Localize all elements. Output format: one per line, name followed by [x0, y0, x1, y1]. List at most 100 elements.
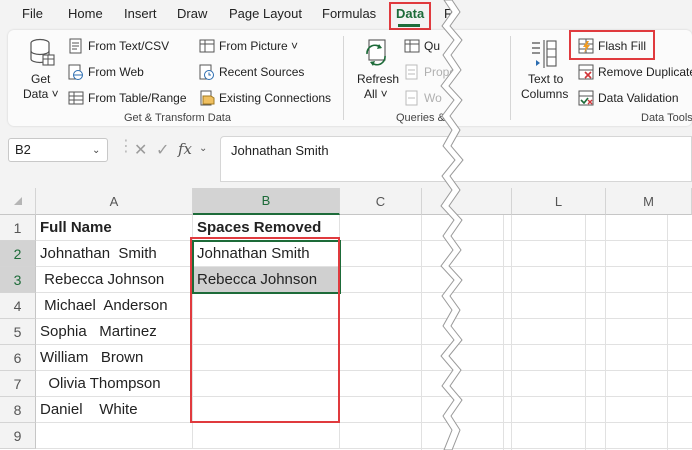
cell-a6[interactable]: William Brown [36, 345, 193, 371]
row-header-2[interactable]: 2 [0, 241, 36, 267]
text-file-icon [68, 38, 84, 54]
data-validation-button[interactable]: Data Validation [578, 90, 679, 106]
from-picture-button[interactable]: From Picture ˅ [199, 38, 298, 54]
select-all-corner[interactable] [0, 188, 36, 215]
column-header-l[interactable]: L [512, 188, 606, 215]
workbook-links-label: Wo [424, 91, 442, 105]
formula-bar: B2 ⌄ ⋮ ✕ ✓ fx ⌄ Johnathan Smith [0, 130, 692, 182]
recent-sources-button[interactable]: Recent Sources [199, 64, 304, 80]
formula-input[interactable]: Johnathan Smith [220, 136, 692, 182]
get-data-label-1: Get [31, 72, 51, 86]
flash-fill-button[interactable]: Flash Fill [578, 38, 646, 54]
menu-bar: File Home Insert Draw Page Layout Formul… [0, 0, 692, 30]
tab-formulas[interactable]: Formulas [322, 6, 376, 21]
remove-duplicates-icon [578, 64, 594, 80]
tab-data[interactable]: Data [396, 6, 424, 21]
fx-dropdown-icon[interactable]: ⌄ [199, 143, 207, 154]
enter-icon[interactable]: ✓ [156, 140, 169, 160]
table-icon [68, 90, 84, 106]
cell-a2[interactable]: Johnathan Smith [36, 241, 193, 267]
from-text-csv-label: From Text/CSV [88, 39, 170, 53]
row-header-7[interactable]: 7 [0, 371, 36, 397]
cell-b9[interactable] [193, 423, 340, 449]
remove-duplicates-label: Remove Duplicate [598, 65, 692, 79]
existing-connections-label: Existing Connections [219, 91, 332, 105]
cell-a5[interactable]: Sophia Martinez [36, 319, 193, 345]
properties-button[interactable]: Prope [404, 64, 456, 80]
cancel-icon[interactable]: ✕ [134, 140, 147, 160]
picture-icon [199, 38, 215, 54]
cell-b4[interactable] [193, 293, 340, 319]
text-to-columns-label-1: Text to [528, 72, 564, 86]
globe-icon [68, 64, 84, 80]
cell-b7[interactable] [193, 371, 340, 397]
empty-cells-area[interactable] [340, 215, 692, 450]
name-box-dropdown-icon[interactable]: ⌄ [92, 145, 100, 156]
ribbon-separator-2 [510, 36, 511, 120]
insert-function-icon[interactable]: fx [178, 140, 192, 158]
cell-b8[interactable] [193, 397, 340, 423]
cell-b6[interactable] [193, 345, 340, 371]
from-table-range-button[interactable]: From Table/Range [68, 90, 187, 106]
cell-a9[interactable] [36, 423, 193, 449]
group-label-get-transform: Get & Transform Data [124, 112, 231, 124]
tab-file[interactable]: File [22, 6, 43, 21]
row-header-6[interactable]: 6 [0, 345, 36, 371]
refresh-icon [363, 38, 391, 73]
remove-duplicates-button[interactable]: Remove Duplicate [578, 64, 692, 80]
refresh-all-label-2: All ˅ [364, 87, 388, 101]
recent-sources-label: Recent Sources [219, 65, 305, 79]
cell-a8[interactable]: Daniel White [36, 397, 193, 423]
row-header-1[interactable]: 1 [0, 215, 36, 241]
tab-home[interactable]: Home [68, 6, 103, 21]
from-picture-label: From Picture ˅ [219, 39, 299, 53]
column-divider [605, 215, 606, 450]
from-text-csv-button[interactable]: From Text/CSV [68, 38, 169, 54]
refresh-all-label-1: Refresh [357, 72, 400, 86]
ribbon-separator [343, 36, 344, 120]
flash-fill-label: Flash Fill [598, 39, 647, 53]
clock-icon [199, 64, 215, 80]
tab-review-partial[interactable]: R [444, 6, 453, 21]
column-divider [511, 215, 512, 450]
cell-b1[interactable]: Spaces Removed [193, 215, 340, 241]
cell-a4[interactable]: Michael Anderson [36, 293, 193, 319]
cell-b2[interactable]: Johnathan Smith [193, 241, 340, 267]
cell-b3[interactable]: Rebecca Johnson [193, 267, 340, 293]
group-label-queries: Queries & [396, 112, 445, 124]
workbook-links-icon [404, 90, 420, 106]
from-table-range-label: From Table/Range [88, 91, 187, 105]
data-validation-icon [578, 90, 594, 106]
from-web-button[interactable]: From Web [68, 64, 144, 80]
column-header-blank[interactable] [422, 188, 512, 215]
properties-label: Prope [424, 65, 457, 79]
tab-insert[interactable]: Insert [124, 6, 157, 21]
row-header-9[interactable]: 9 [0, 423, 36, 449]
cell-a7[interactable]: Olivia Thompson [36, 371, 193, 397]
cell-a1[interactable]: Full Name [36, 215, 193, 241]
database-icon [29, 38, 55, 73]
column-header-b[interactable]: B [193, 188, 340, 215]
row-header-5[interactable]: 5 [0, 319, 36, 345]
worksheet-grid: A B C L M 1 2 3 4 5 6 7 8 9 Full Name Jo… [0, 188, 692, 450]
column-header-m[interactable]: M [606, 188, 692, 215]
group-label-data-tools: Data Tools [641, 112, 692, 124]
column-header-a[interactable]: A [36, 188, 193, 215]
queries-connections-button[interactable]: Qu [404, 38, 440, 54]
workbook-links-button[interactable]: Wo [404, 90, 442, 106]
tab-draw[interactable]: Draw [177, 6, 207, 21]
cell-b5[interactable] [193, 319, 340, 345]
row-header-3[interactable]: 3 [0, 267, 36, 293]
queries-connections-label: Qu [424, 39, 441, 53]
column-header-c[interactable]: C [340, 188, 422, 215]
existing-connections-button[interactable]: Existing Connections [199, 90, 331, 106]
data-validation-label: Data Validation [598, 91, 679, 105]
text-to-columns-icon [530, 40, 558, 73]
row-header-8[interactable]: 8 [0, 397, 36, 423]
cell-a3[interactable]: Rebecca Johnson [36, 267, 193, 293]
row-header-4[interactable]: 4 [0, 293, 36, 319]
get-data-label-2: Data ˅ [23, 87, 59, 101]
tab-page-layout[interactable]: Page Layout [229, 6, 302, 21]
text-to-columns-label-2: Columns [521, 87, 569, 101]
from-web-label: From Web [88, 65, 144, 79]
